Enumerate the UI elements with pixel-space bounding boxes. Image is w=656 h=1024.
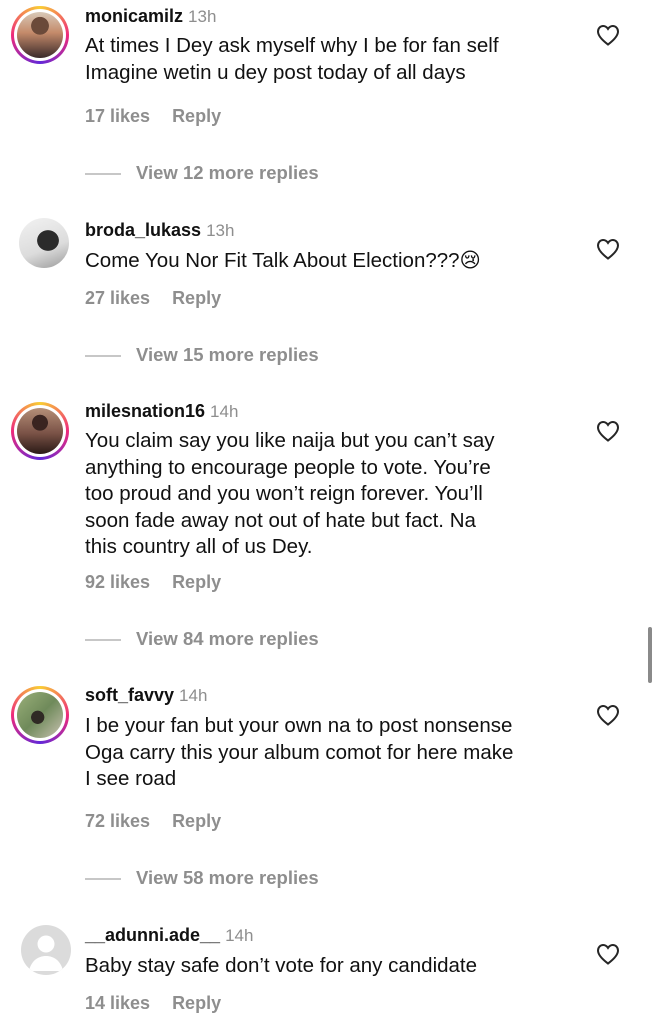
username[interactable]: soft_favvy <box>85 685 174 705</box>
divider <box>85 639 121 641</box>
avatar[interactable] <box>11 6 69 64</box>
comment-meta: 14 likes Reply <box>85 991 221 1015</box>
default-avatar-icon <box>29 935 63 971</box>
likes-count[interactable]: 27 likes <box>85 288 150 308</box>
heart-outline-icon[interactable] <box>596 943 620 965</box>
timestamp: 13h <box>188 7 217 26</box>
comment-text: I be your fan but your own na to post no… <box>85 714 514 790</box>
likes-count[interactable]: 72 likes <box>85 811 150 831</box>
comment-header: monicamilz 13h <box>85 4 216 29</box>
likes-count[interactable]: 92 likes <box>85 572 150 592</box>
heart-outline-icon[interactable] <box>596 420 620 442</box>
reply-button[interactable]: Reply <box>172 811 221 831</box>
username[interactable]: monicamilz <box>85 6 183 26</box>
comment-meta: 92 likes Reply <box>85 570 221 594</box>
comment-header: __adunni.ade__ 14h <box>85 923 253 948</box>
avatar-photo <box>17 12 63 58</box>
comment-text: You claim say you like naija but you can… <box>85 429 495 558</box>
username[interactable]: milesnation16 <box>85 401 205 421</box>
view-replies-button[interactable]: View 84 more replies <box>85 627 319 651</box>
comment-meta: 72 likes Reply <box>85 809 221 833</box>
divider <box>85 355 121 357</box>
avatar[interactable] <box>11 686 69 744</box>
timestamp: 14h <box>225 926 254 945</box>
username[interactable]: __adunni.ade__ <box>85 925 220 945</box>
divider <box>85 878 121 880</box>
timestamp: 13h <box>206 221 235 240</box>
reply-button[interactable]: Reply <box>172 993 221 1013</box>
comment-meta: 27 likes Reply <box>85 286 221 310</box>
likes-count[interactable]: 14 likes <box>85 993 150 1013</box>
comment-text: Baby stay safe don’t vote for any candid… <box>85 954 478 977</box>
comment-header: soft_favvy 14h <box>85 683 207 708</box>
divider <box>85 173 121 175</box>
comment-header: broda_lukass 13h <box>85 218 234 243</box>
heart-outline-icon[interactable] <box>596 238 620 260</box>
timestamp: 14h <box>179 686 208 705</box>
reply-button[interactable]: Reply <box>172 288 221 308</box>
comment-header: milesnation16 14h <box>85 399 238 424</box>
heart-outline-icon[interactable] <box>596 24 620 46</box>
avatar[interactable] <box>21 925 71 975</box>
avatar[interactable] <box>19 218 69 268</box>
comment-meta: 17 likes Reply <box>85 104 221 128</box>
comment-text: Come You Nor Fit Talk About Election???😢 <box>85 249 481 272</box>
timestamp: 14h <box>210 402 239 421</box>
reply-button[interactable]: Reply <box>172 572 221 592</box>
scrollbar[interactable] <box>648 627 652 683</box>
view-replies-button[interactable]: View 15 more replies <box>85 343 319 367</box>
avatar[interactable] <box>11 402 69 460</box>
avatar-photo <box>19 218 69 268</box>
comment-text: At times I Dey ask myself why I be for f… <box>85 34 499 84</box>
view-replies-button[interactable]: View 12 more replies <box>85 161 319 185</box>
avatar-photo <box>17 692 63 738</box>
avatar-photo <box>17 408 63 454</box>
likes-count[interactable]: 17 likes <box>85 106 150 126</box>
username[interactable]: broda_lukass <box>85 220 201 240</box>
view-replies-button[interactable]: View 58 more replies <box>85 866 319 890</box>
reply-button[interactable]: Reply <box>172 106 221 126</box>
heart-outline-icon[interactable] <box>596 704 620 726</box>
